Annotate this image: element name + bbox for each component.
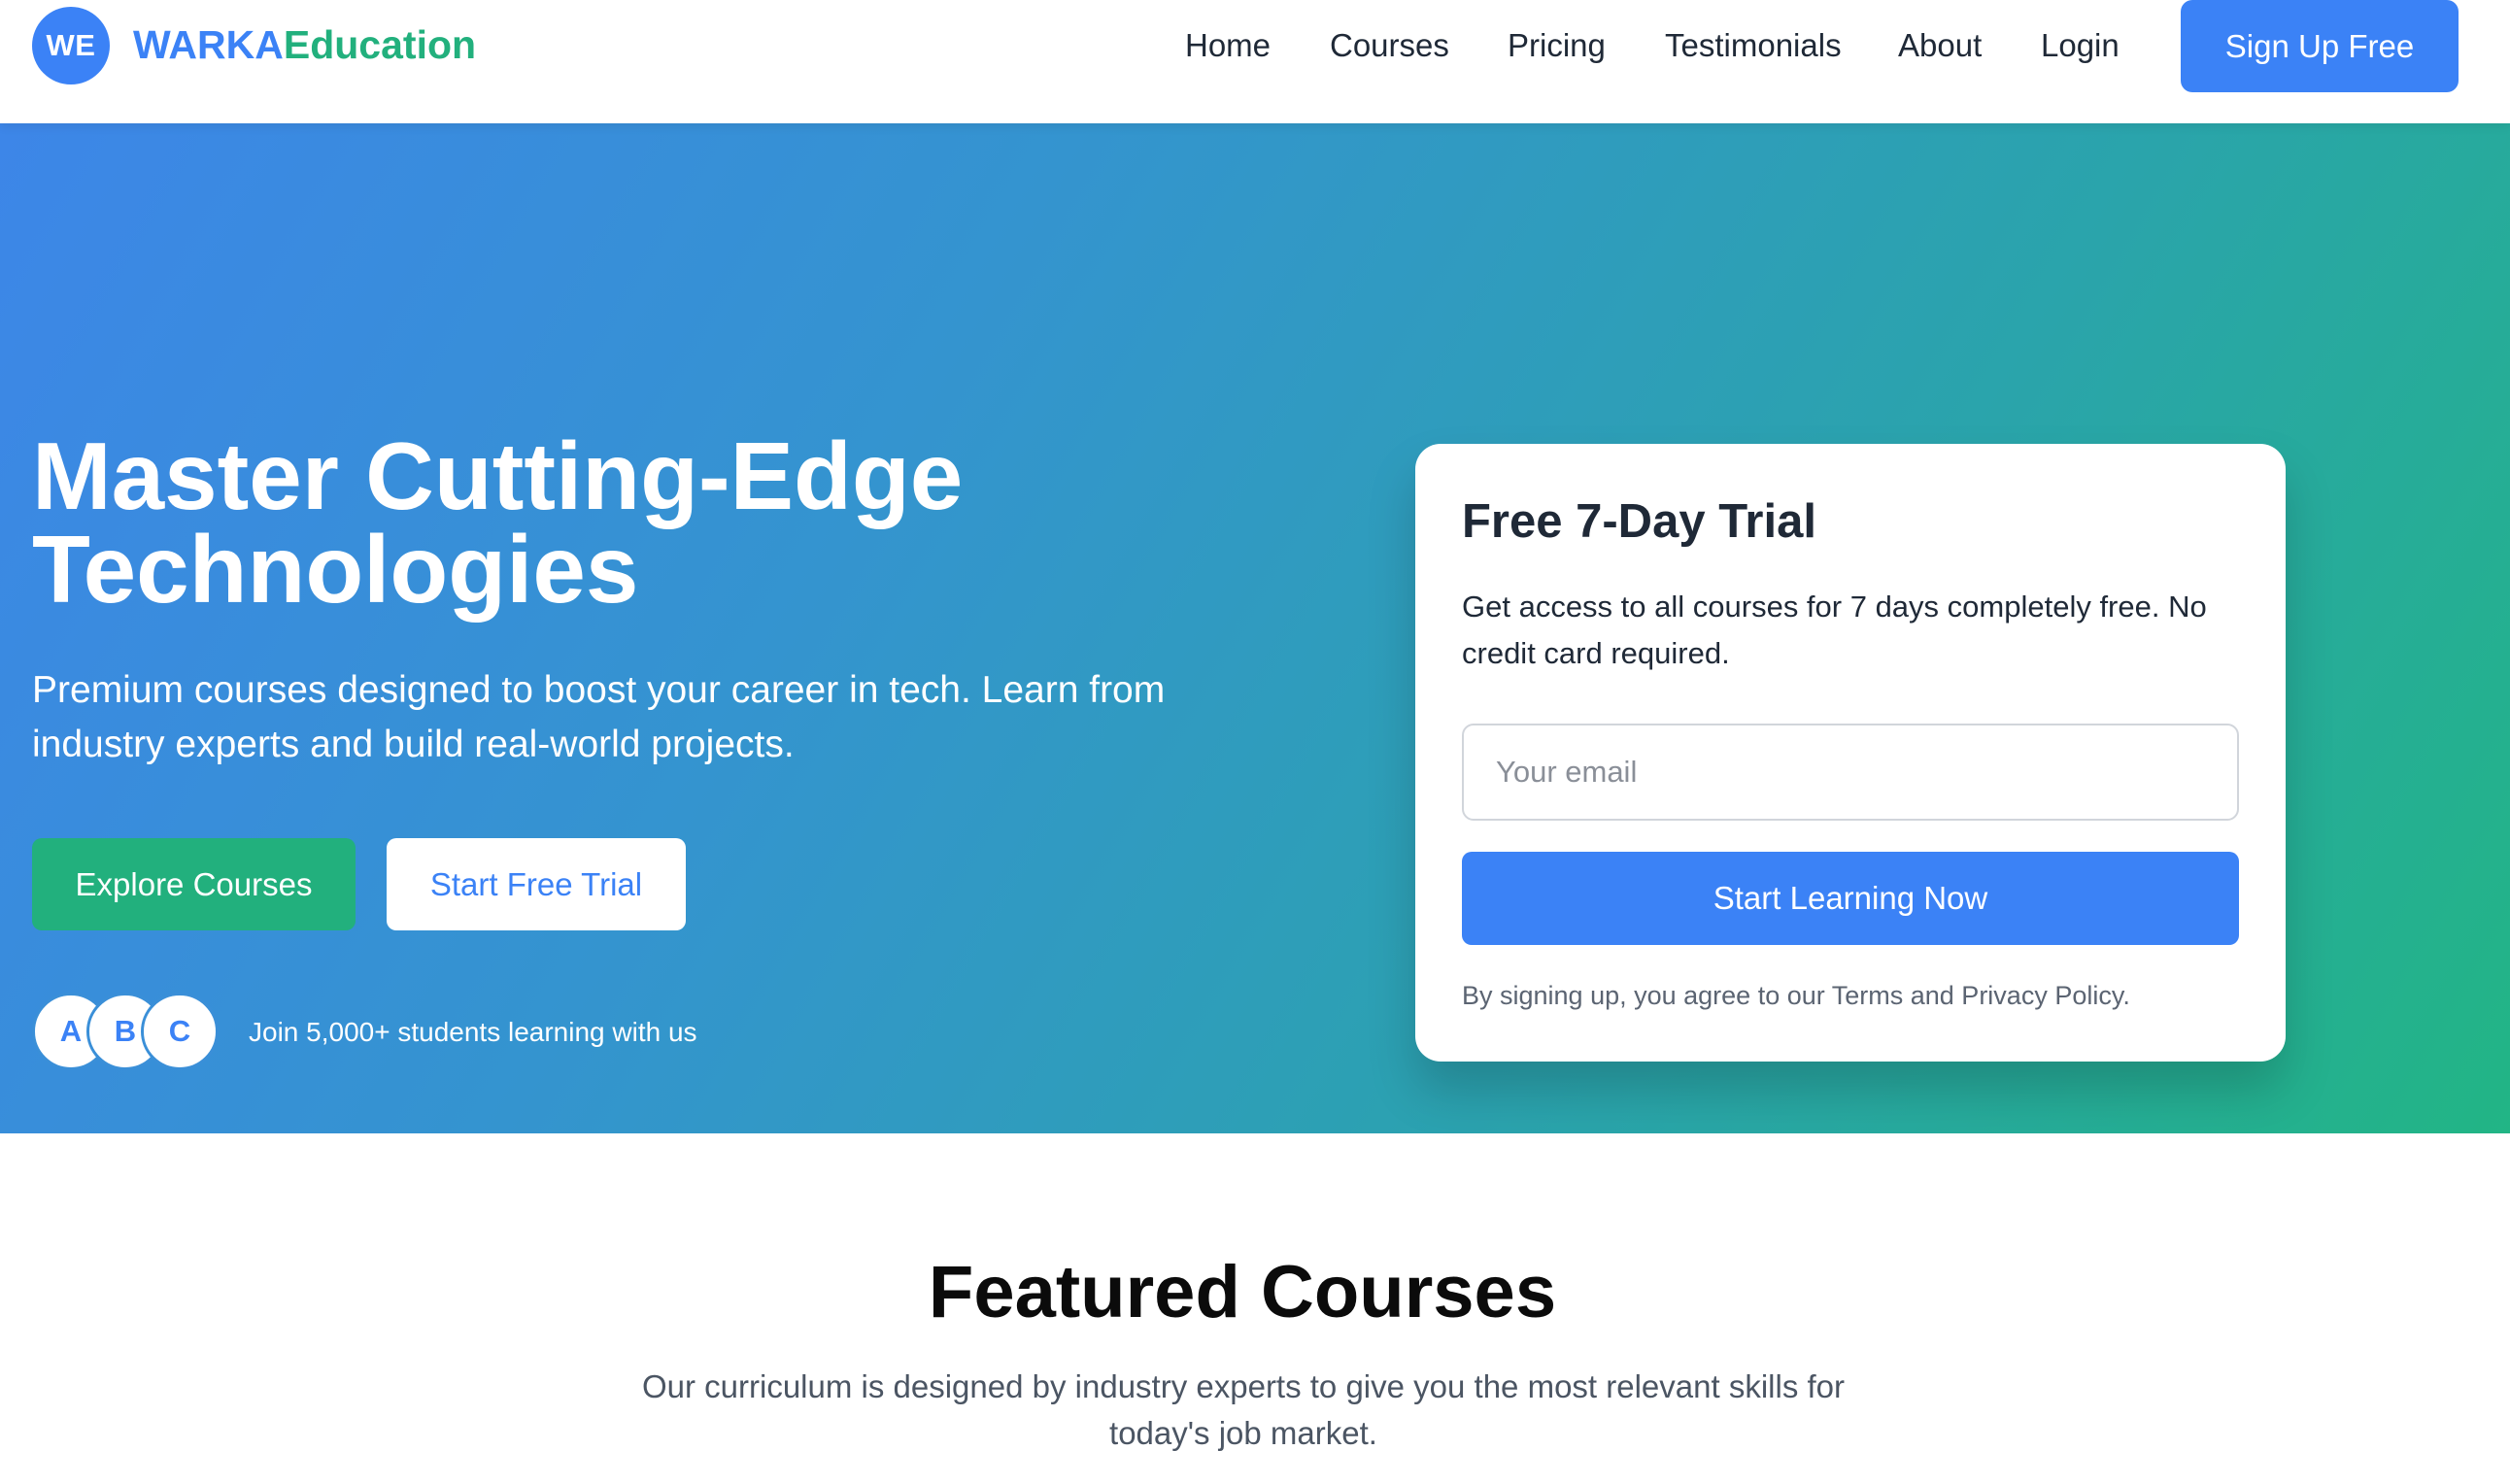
nav-link-courses[interactable]: Courses	[1330, 23, 1449, 68]
nav-link-home[interactable]: Home	[1185, 23, 1271, 68]
trial-card-description: Get access to all courses for 7 days com…	[1462, 590, 2207, 670]
explore-courses-button[interactable]: Explore Courses	[32, 838, 356, 930]
trial-card-legal-text: By signing up, you agree to our Terms an…	[1462, 981, 2130, 1010]
trial-signup-card: Free 7-Day Trial Get access to all cours…	[1415, 444, 2286, 1062]
avatar: C	[141, 993, 219, 1070]
sign-up-button[interactable]: Sign Up Free	[2181, 0, 2459, 92]
hero-title-line1: Master Cutting-Edge	[32, 422, 964, 529]
hero-title-line2: Technologies	[32, 516, 639, 623]
nav-link-about[interactable]: About	[1898, 23, 1982, 68]
start-learning-button[interactable]: Start Learning Now	[1462, 852, 2239, 945]
logo-wordmark-part1: WARKA	[133, 22, 284, 67]
nav-link-login[interactable]: Login	[2041, 23, 2120, 68]
featured-courses-subtitle: Our curriculum is designed by industry e…	[641, 1368, 1845, 1451]
featured-courses-title: Featured Courses	[928, 1251, 1557, 1333]
hero-title: Master Cutting-Edge Technologies	[32, 428, 1198, 617]
hero-subtitle: Premium courses designed to boost your c…	[32, 669, 1166, 765]
nav-link-pricing[interactable]: Pricing	[1508, 23, 1606, 68]
hero-section: Master Cutting-Edge Technologies Premium…	[0, 123, 2510, 1133]
trial-card-title: Free 7-Day Trial	[1462, 495, 1816, 548]
site-header: WE WARKAEducation Home Courses Pricing T…	[0, 0, 2510, 123]
email-field[interactable]	[1462, 724, 2239, 821]
logo-badge[interactable]: WE	[32, 7, 110, 84]
social-proof-text: Join 5,000+ students learning with us	[249, 1017, 697, 1047]
logo-wordmark-part2: Education	[283, 22, 477, 67]
start-free-trial-button[interactable]: Start Free Trial	[387, 838, 686, 930]
logo-wordmark[interactable]: WARKAEducation	[133, 19, 476, 70]
nav-link-testimonials[interactable]: Testimonials	[1665, 23, 1842, 68]
